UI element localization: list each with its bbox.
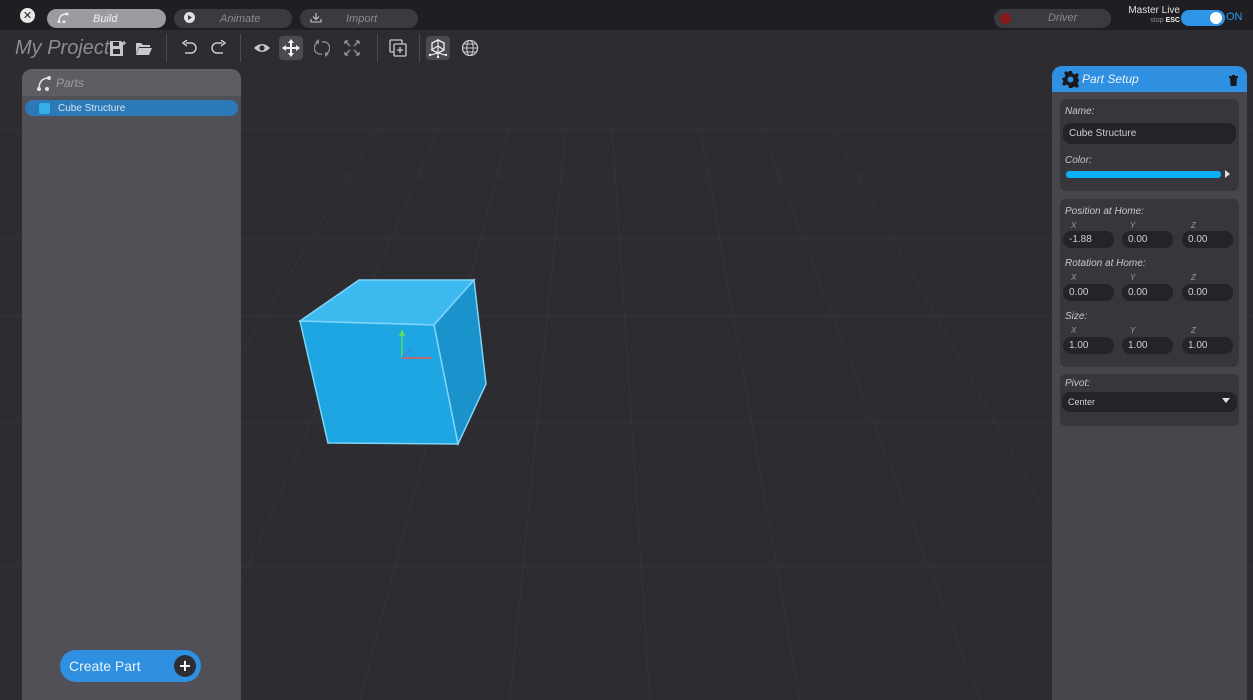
import-icon <box>310 12 330 26</box>
rotate-icon[interactable] <box>310 36 334 60</box>
size-label: Size: <box>1065 311 1088 322</box>
duplicate-icon[interactable] <box>386 36 410 60</box>
scale-icon[interactable] <box>340 36 364 60</box>
size-y-field[interactable]: 1.00 <box>1122 337 1173 354</box>
toolbar-divider <box>166 34 167 62</box>
color-swatch-bar[interactable] <box>1066 171 1221 178</box>
pivot-label: Pivot: <box>1065 378 1091 389</box>
esc-key: ESC <box>1165 17 1180 24</box>
top-bar: ✕ Build Animate Import Driver Master Liv… <box>0 0 1253 30</box>
toolbar-divider <box>419 34 420 62</box>
tab-import[interactable]: Import <box>300 9 418 28</box>
master-live-text: Master Live <box>1128 5 1180 16</box>
parts-panel-title: Parts <box>56 75 85 90</box>
axis-z-label: Z <box>1191 221 1196 230</box>
local-axis-icon[interactable] <box>426 36 450 60</box>
size-z-field[interactable]: 1.00 <box>1182 337 1233 354</box>
axis-x-label: X <box>1071 221 1077 230</box>
position-label: Position at Home: <box>1065 206 1144 217</box>
expand-arrow-icon[interactable] <box>1225 170 1230 178</box>
driver-label: Driver <box>1048 12 1078 24</box>
position-y-field[interactable]: 0.00 <box>1122 231 1173 248</box>
parts-panel-header: Parts <box>22 69 241 96</box>
pivot-select-value: Center <box>1068 397 1096 407</box>
globe-icon[interactable] <box>458 36 482 60</box>
part-setup-panel: Part Setup Name: Cube Structure Color: P… <box>1052 66 1247 700</box>
size-x-field[interactable]: 1.00 <box>1063 337 1114 354</box>
driver-button[interactable]: Driver <box>994 9 1111 28</box>
rotation-label: Rotation at Home: <box>1065 258 1146 269</box>
create-part-label: Create Part <box>69 658 141 674</box>
part-list-item[interactable]: Cube Structure <box>25 100 238 116</box>
toggle-state-label: ON <box>1226 11 1243 23</box>
tab-build[interactable]: Build <box>47 9 166 28</box>
stop-hint: stop ESC <box>1118 16 1180 26</box>
plus-icon: + <box>174 655 196 677</box>
tab-animate-label: Animate <box>220 12 261 25</box>
name-field[interactable]: Cube Structure <box>1063 123 1236 144</box>
gear-icon <box>1062 70 1079 88</box>
redo-icon[interactable] <box>207 36 231 60</box>
chevron-down-icon <box>1222 398 1230 403</box>
trash-icon[interactable] <box>1229 73 1238 91</box>
eye-icon[interactable] <box>250 36 274 60</box>
master-live-label: Master Live stop ESC <box>1118 6 1180 26</box>
save-icon[interactable] <box>106 36 130 60</box>
toolbar: My Project <box>0 30 1253 66</box>
part-setup-header: Part Setup <box>1052 66 1247 92</box>
rotation-z-field[interactable]: 0.00 <box>1182 284 1233 301</box>
folder-open-icon[interactable] <box>132 36 156 60</box>
pivot-card: Pivot: Center <box>1060 374 1239 426</box>
toggle-knob <box>1210 12 1222 24</box>
create-part-button[interactable]: Create Part + <box>60 650 201 682</box>
transform-card: Position at Home: X Y Z -1.88 0.00 0.00 … <box>1060 199 1239 367</box>
play-icon <box>184 11 204 26</box>
project-title: My Project <box>15 37 110 59</box>
rotation-y-field[interactable]: 0.00 <box>1122 284 1173 301</box>
tab-animate[interactable]: Animate <box>174 9 292 28</box>
close-icon[interactable]: ✕ <box>20 8 35 23</box>
parts-panel: Parts Cube Structure Create Part + <box>22 69 241 700</box>
axis-y-label: Y <box>1130 221 1136 230</box>
position-x-field[interactable]: -1.88 <box>1063 231 1114 248</box>
position-z-field[interactable]: 0.00 <box>1182 231 1233 248</box>
pivot-select[interactable]: Center <box>1062 392 1237 412</box>
axis-z-label: Z <box>1191 326 1196 335</box>
part-list-item-label: Cube Structure <box>58 102 126 114</box>
tab-build-label: Build <box>93 12 118 25</box>
parts-tree-icon <box>37 75 51 91</box>
cube-mesh <box>297 278 487 447</box>
tab-import-label: Import <box>346 12 378 25</box>
undo-icon[interactable] <box>177 36 201 60</box>
name-color-card: Name: Cube Structure Color: <box>1060 99 1239 191</box>
cube-icon <box>39 102 50 114</box>
toolbar-divider <box>377 34 378 62</box>
axis-y-label: Y <box>1130 326 1136 335</box>
parts-tree-icon <box>57 12 77 26</box>
master-live-toggle[interactable] <box>1181 10 1225 26</box>
stop-text: stop <box>1150 17 1164 24</box>
driver-status-dot <box>1000 13 1011 24</box>
axis-z-label: Z <box>1191 273 1196 282</box>
axis-x-label: X <box>1071 326 1077 335</box>
part-setup-title: Part Setup <box>1082 72 1139 86</box>
axis-x-label: X <box>1071 273 1077 282</box>
name-label: Name: <box>1065 106 1095 117</box>
rotation-x-field[interactable]: 0.00 <box>1063 284 1114 301</box>
toolbar-divider <box>240 34 241 62</box>
color-label: Color: <box>1065 155 1092 166</box>
axis-y-label: Y <box>1130 273 1136 282</box>
move-icon[interactable] <box>279 36 303 60</box>
